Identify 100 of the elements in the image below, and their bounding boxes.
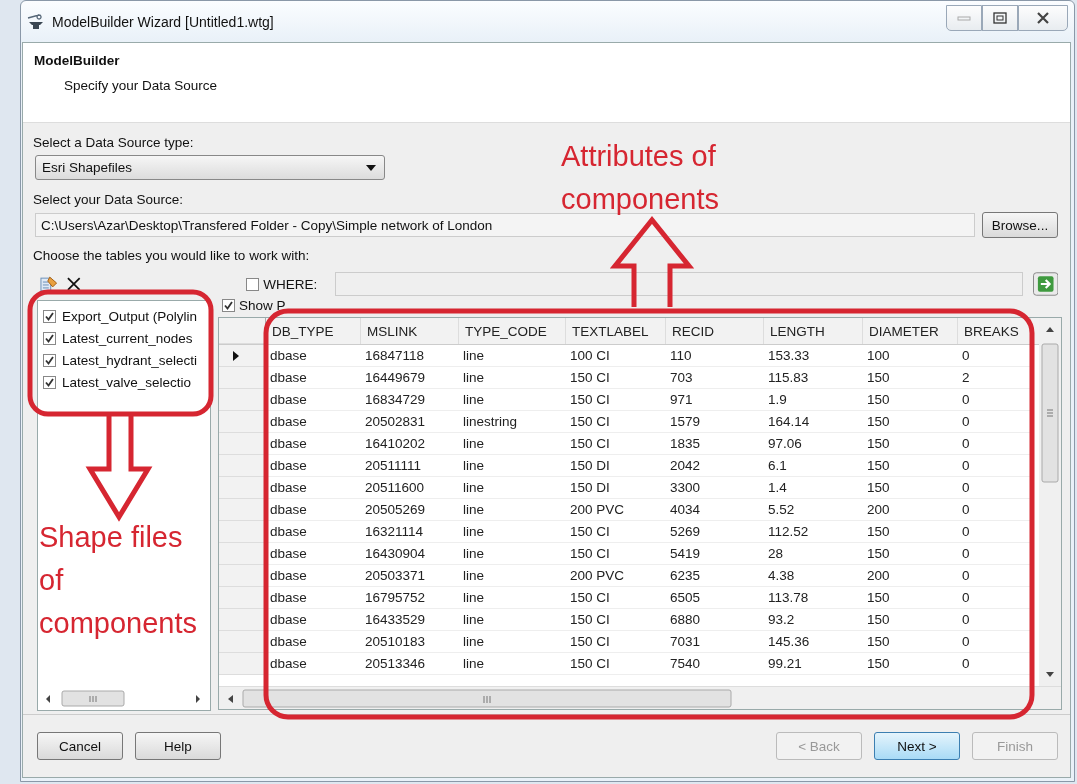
table-cell: 6235 [666, 565, 764, 587]
table-cell: dbase [266, 587, 361, 609]
cancel-button[interactable]: Cancel [37, 732, 123, 760]
next-button[interactable]: Next > [874, 732, 960, 760]
table-cell: 0 [958, 499, 1031, 521]
table-cell: dbase [266, 499, 361, 521]
table-cell: dbase [266, 367, 361, 389]
table-name[interactable]: Latest_hydrant_selecti [62, 352, 198, 368]
table-cell: dbase [266, 345, 361, 367]
table-cell: 20513346 [361, 653, 459, 675]
checkbox-label: Show P [239, 297, 286, 313]
table-cell: line [459, 499, 566, 521]
table-cell: 150 [863, 455, 958, 477]
column-header[interactable]: DB_TYPE [266, 318, 361, 344]
row-pointer-icon [233, 350, 239, 361]
table-cell: 0 [958, 521, 1031, 543]
column-header[interactable]: BREAKS [958, 318, 1031, 344]
table-cell: 0 [958, 455, 1031, 477]
table-cell: line [459, 345, 566, 367]
table-cell: dbase [266, 521, 361, 543]
vertical-scrollbar[interactable] [1039, 318, 1061, 686]
checkbox[interactable] [43, 375, 56, 389]
table-cell: line [459, 455, 566, 477]
table-cell: 0 [958, 565, 1031, 587]
table-cell: 20511111 [361, 455, 459, 477]
table-cell: 150 [863, 411, 958, 433]
table-cell: 150 CI [566, 653, 666, 675]
table-cell: 99.21 [764, 653, 863, 675]
page-subtitle: Specify your Data Source [63, 78, 219, 93]
table-cell: 5419 [666, 543, 764, 565]
table-cell: 28 [764, 543, 863, 565]
table-cell: 20503371 [361, 565, 459, 587]
column-header[interactable]: RECID [666, 318, 764, 344]
table-cell: 1.9 [764, 389, 863, 411]
table-cell: 16834729 [361, 389, 459, 411]
table-cell: 3300 [666, 477, 764, 499]
table-cell: 145.36 [764, 631, 863, 653]
where-field[interactable] [335, 272, 1023, 296]
maximize-button[interactable] [982, 5, 1018, 31]
table-cell: dbase [266, 653, 361, 675]
column-header[interactable]: LENGTH [764, 318, 863, 344]
minimize-button[interactable] [946, 5, 982, 31]
table-name[interactable]: Export_Output (Polylin [62, 308, 198, 324]
horizontal-scrollbar[interactable] [219, 686, 1061, 709]
column-header[interactable]: TEXTLABEL [566, 318, 666, 344]
table-cell: 20502831 [361, 411, 459, 433]
table-cell: 2 [958, 367, 1031, 389]
row-header[interactable] [219, 345, 266, 367]
table-cell: line [459, 477, 566, 499]
table-cell: 0 [958, 345, 1031, 367]
minimize-icon [957, 15, 971, 21]
table-cell: 0 [958, 587, 1031, 609]
checkbox[interactable] [43, 309, 56, 323]
table-cell: 115.83 [764, 367, 863, 389]
table-cell: 5.52 [764, 499, 863, 521]
checkbox[interactable] [43, 353, 56, 367]
close-button[interactable] [1018, 5, 1068, 31]
checkbox-label: WHERE: [263, 276, 318, 292]
table-cell: 6505 [666, 587, 764, 609]
table-cell: 6.1 [764, 455, 863, 477]
table-cell: line [459, 565, 566, 587]
table-cell: dbase [266, 455, 361, 477]
browse-button[interactable]: Browse... [982, 212, 1058, 238]
caret-icon [366, 164, 376, 171]
table-cell: linestring [459, 411, 566, 433]
table-cell: line [459, 543, 566, 565]
table-cell: dbase [266, 411, 361, 433]
window-title: ModelBuilder Wizard [Untitled1.wtg] [52, 13, 274, 30]
table-cell: 0 [958, 609, 1031, 631]
table-cell: 150 [863, 367, 958, 389]
table-cell: 7540 [666, 653, 764, 675]
table-cell: 150 [863, 521, 958, 543]
table-cell: 150 [863, 653, 958, 675]
table-cell: 153.33 [764, 345, 863, 367]
add-table-icon[interactable] [39, 275, 59, 293]
source-type-dropdown[interactable]: Esri Shapefiles [35, 155, 385, 180]
table-cell: line [459, 389, 566, 411]
table-cell: dbase [266, 543, 361, 565]
table-cell: line [459, 433, 566, 455]
column-header[interactable]: TYPE_CODE [459, 318, 566, 344]
table-name[interactable]: Latest_current_nodes [62, 330, 193, 346]
table-cell: 16795752 [361, 587, 459, 609]
checkbox[interactable] [246, 277, 260, 291]
table-cell: 703 [666, 367, 764, 389]
table-cell: 110 [666, 345, 764, 367]
page-title: ModelBuilder [34, 53, 121, 68]
table-cell: 113.78 [764, 587, 863, 609]
checkbox[interactable] [222, 298, 235, 312]
column-header[interactable]: MSLINK [361, 318, 459, 344]
table-cell: 4.38 [764, 565, 863, 587]
table-cell: 0 [958, 543, 1031, 565]
table-name[interactable]: Latest_valve_selectio [62, 374, 192, 390]
table-cell: 200 [863, 565, 958, 587]
checkbox[interactable] [43, 331, 56, 345]
help-button[interactable]: Help [135, 732, 221, 760]
table-cell: 164.14 [764, 411, 863, 433]
table-cell: 150 CI [566, 543, 666, 565]
table-cell: 16430904 [361, 543, 459, 565]
table-cell: 150 [863, 477, 958, 499]
column-header[interactable]: DIAMETER [863, 318, 958, 344]
